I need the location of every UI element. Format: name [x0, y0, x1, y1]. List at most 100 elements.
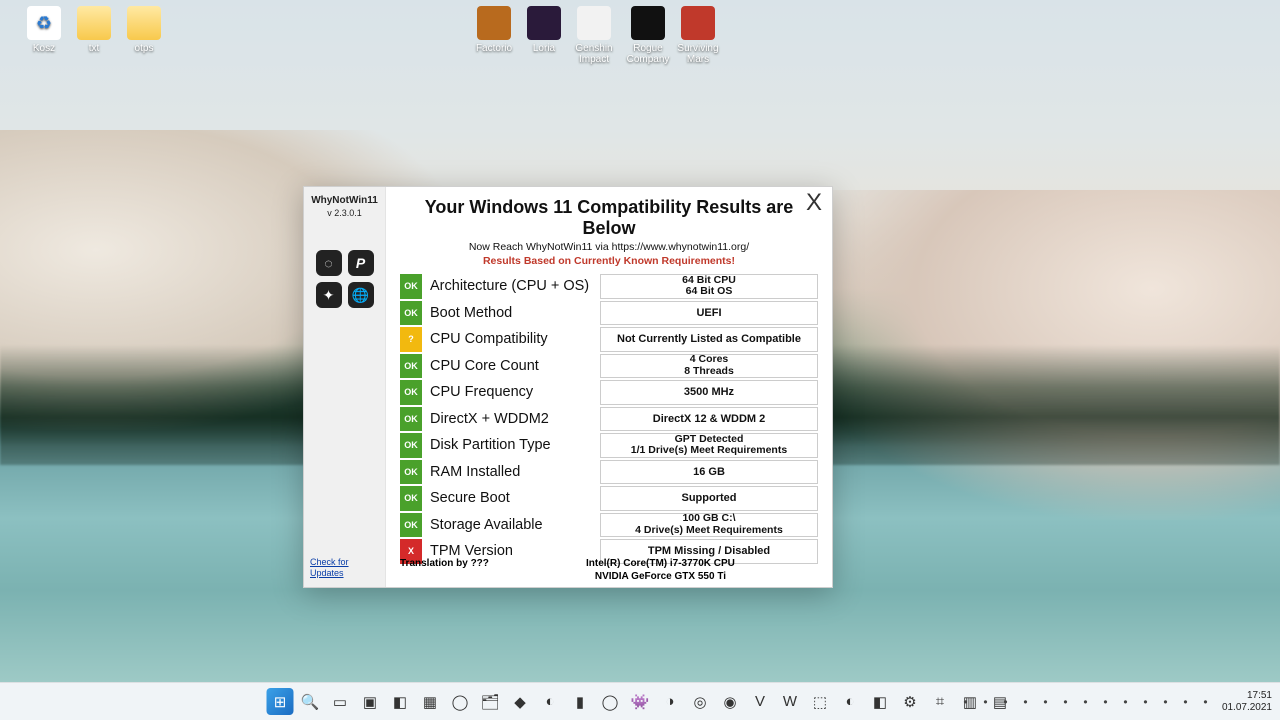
cortana-icon[interactable]: ◯	[447, 688, 474, 715]
desktop-icon-kosz[interactable]: ♻Kosz	[16, 6, 72, 54]
github-icon[interactable]: ◌	[316, 250, 342, 276]
refresh-icon[interactable]: •	[1037, 693, 1054, 710]
circle-icon[interactable]: •	[977, 693, 994, 710]
search-button[interactable]: 🔍	[297, 688, 324, 715]
usb-icon[interactable]: •	[1137, 693, 1154, 710]
status-badge: OK	[400, 274, 422, 299]
app-icon[interactable]: ⌗	[927, 688, 954, 715]
requirement-label: Boot Method	[430, 300, 600, 327]
desktop-icon-txt[interactable]: txt	[66, 6, 122, 54]
system-tray: ••••••••••••• 17:51 01.07.2021	[957, 690, 1272, 713]
cpu-name: Intel(R) Core(TM) i7-3770K CPU	[489, 558, 832, 571]
steam-icon[interactable]: •	[997, 693, 1014, 710]
discord-icon[interactable]: ✦	[316, 282, 342, 308]
requirement-row: ? CPU CompatibilityNot Currently Listed a…	[400, 326, 818, 353]
translation-credit: Translation by ???	[386, 558, 489, 583]
volume-icon[interactable]: •	[1197, 693, 1214, 710]
history-icon[interactable]: •	[957, 693, 974, 710]
explorer-icon[interactable]: 🗂	[477, 688, 504, 715]
requirement-label: Storage Available	[430, 512, 600, 539]
gamepad-icon[interactable]: •	[1057, 693, 1074, 710]
requirement-value: 3500 MHz	[600, 380, 818, 405]
task-view-button[interactable]: ▭	[327, 688, 354, 715]
close-button[interactable]: X	[806, 189, 822, 217]
vivaldi-icon[interactable]: V	[747, 688, 774, 715]
chrome-icon[interactable]: ◉	[717, 688, 744, 715]
app-version: v 2.3.0.1	[327, 208, 362, 218]
results-subtitle: Now Reach WhyNotWin11 via https://www.wh…	[400, 241, 818, 253]
status-badge: OK	[400, 486, 422, 511]
app-icon[interactable]: ⚙	[897, 688, 924, 715]
steam-icon[interactable]: ◐	[837, 688, 864, 715]
requirement-label: RAM Installed	[430, 459, 600, 486]
desktop-icon-surviving-mars[interactable]: Surviving Mars	[670, 6, 726, 65]
results-title: Your Windows 11 Compatibility Results ar…	[400, 197, 818, 239]
requirement-row: OK Storage Available100 GB C:\4 Drive(s) …	[400, 512, 818, 539]
requirement-value: UEFI	[600, 301, 818, 326]
requirement-row: OK RAM Installed16 GB	[400, 459, 818, 486]
steam-icon[interactable]: ◐	[537, 688, 564, 715]
check-updates-link[interactable]: Check for Updates	[310, 557, 349, 578]
app-icon[interactable]: ◧	[867, 688, 894, 715]
requirement-row: OKCPU Frequency3500 MHz	[400, 379, 818, 406]
app-name: WhyNotWin11	[311, 195, 378, 206]
requirement-value: Supported	[600, 486, 818, 511]
edge-icon[interactable]: ◎	[687, 688, 714, 715]
requirement-value: 16 GB	[600, 460, 818, 485]
clock[interactable]: 17:51 01.07.2021	[1222, 690, 1272, 713]
main-panel: X Your Windows 11 Compatibility Results …	[386, 187, 832, 587]
requirement-label: DirectX + WDDM2	[430, 406, 600, 433]
requirement-row: OKCPU Core Count4 Cores8 Threads	[400, 353, 818, 380]
requirement-value: 64 Bit CPU64 Bit OS	[600, 274, 818, 299]
desktop-icon-otps[interactable]: otps	[116, 6, 172, 54]
requirement-value: Not Currently Listed as Compatible	[600, 327, 818, 352]
requirement-label: CPU Frequency	[430, 379, 600, 406]
requirement-value: DirectX 12 & WDDM 2	[600, 407, 818, 432]
app-icon[interactable]: ▦	[417, 688, 444, 715]
desktop-icon-factorio[interactable]: Factorio	[466, 6, 522, 54]
gpu-name: NVIDIA GeForce GTX 550 Ti	[489, 571, 832, 584]
requirement-value: 100 GB C:\4 Drive(s) Meet Requirements	[600, 513, 818, 538]
desktop-icon-loria[interactable]: Loria	[516, 6, 572, 54]
xbox-icon[interactable]: •	[1097, 693, 1114, 710]
requirement-label: Disk Partition Type	[430, 432, 600, 459]
desktop-icon-genshin-impact[interactable]: Genshin Impact	[566, 6, 622, 65]
wifi-icon[interactable]: •	[1177, 693, 1194, 710]
shield-icon[interactable]: •	[1157, 693, 1174, 710]
status-badge: ?	[400, 327, 422, 352]
start-button[interactable]: ⊞	[267, 688, 294, 715]
vivaldi-icon[interactable]: •	[1077, 693, 1094, 710]
app-icon[interactable]: ▣	[357, 688, 384, 715]
globe-icon[interactable]: 🌐	[348, 282, 374, 308]
status-badge: OK	[400, 301, 422, 326]
status-badge: OK	[400, 433, 422, 458]
word-icon[interactable]: W	[777, 688, 804, 715]
app-icon[interactable]: ◑	[657, 688, 684, 715]
requirement-row: OKSecure BootSupported	[400, 485, 818, 512]
clock-date: 01.07.2021	[1222, 702, 1272, 714]
requirement-row: OK Architecture (CPU + OS)64 Bit CPU64 Bi…	[400, 273, 818, 300]
taskbar-center: ⊞🔍▭▣◧▦◯🗂◆◐▮◯👾◑◎◉VW⬚◐◧⚙⌗▥▤	[267, 688, 1014, 715]
app-icon[interactable]: ◧	[387, 688, 414, 715]
status-badge: OK	[400, 513, 422, 538]
taskbar: ⊞🔍▭▣◧▦◯🗂◆◐▮◯👾◑◎◉VW⬚◐◧⚙⌗▥▤ ••••••••••••• …	[0, 682, 1280, 720]
status-badge: OK	[400, 407, 422, 432]
alienware-icon[interactable]: 👾	[627, 688, 654, 715]
app-icon[interactable]: ◆	[507, 688, 534, 715]
paypal-icon[interactable]: P	[348, 250, 374, 276]
bluetooth-icon[interactable]: •	[1117, 693, 1134, 710]
desktop-icon-rogue-company[interactable]: Rogue Company	[620, 6, 676, 65]
status-badge: OK	[400, 460, 422, 485]
status-badge: OK	[400, 354, 422, 379]
requirements-warning: Results Based on Currently Known Require…	[400, 255, 818, 267]
hardware-summary: Intel(R) Core(TM) i7-3770K CPU NVIDIA Ge…	[489, 558, 832, 583]
requirement-row: OK DirectX + WDDM2DirectX 12 & WDDM 2	[400, 406, 818, 433]
requirement-label: Architecture (CPU + OS)	[430, 273, 600, 300]
requirement-value: 4 Cores8 Threads	[600, 354, 818, 379]
cloud-icon[interactable]: •	[1017, 693, 1034, 710]
requirement-label: CPU Compatibility	[430, 326, 600, 353]
epic-icon[interactable]: ▮	[567, 688, 594, 715]
app-icon[interactable]: ◯	[597, 688, 624, 715]
project-url[interactable]: https://www.whynotwin11.org/	[612, 241, 750, 253]
app-icon[interactable]: ⬚	[807, 688, 834, 715]
